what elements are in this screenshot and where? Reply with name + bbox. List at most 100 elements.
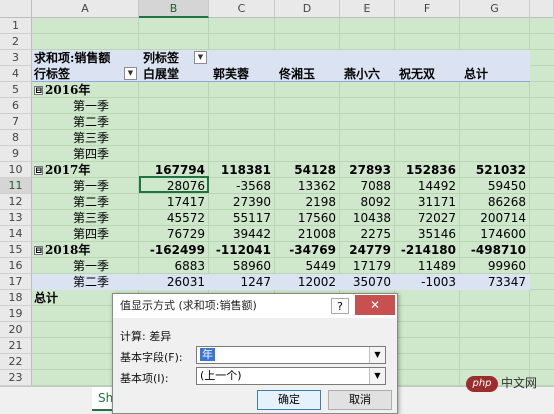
year-subtotal-cell[interactable]: 27893: [340, 162, 395, 178]
value-cell[interactable]: 8092: [340, 194, 395, 210]
column-header[interactable]: B: [139, 0, 209, 18]
value-cell[interactable]: [460, 146, 530, 162]
year-subtotal-cell[interactable]: -214180: [395, 242, 460, 258]
value-cell[interactable]: 17179: [340, 258, 395, 274]
value-cell[interactable]: [139, 130, 209, 146]
value-cell[interactable]: 2275: [340, 226, 395, 242]
year-subtotal-cell[interactable]: 54128: [275, 162, 340, 178]
value-cell[interactable]: [460, 98, 530, 114]
value-cell[interactable]: [395, 130, 460, 146]
value-cell[interactable]: [209, 130, 275, 146]
row-header[interactable]: 8: [0, 130, 32, 146]
row-header[interactable]: 11: [0, 178, 32, 194]
quarter-row-label[interactable]: 第二季: [73, 274, 109, 290]
column-header[interactable]: F: [395, 0, 460, 18]
collapse-icon[interactable]: ⊟: [34, 166, 43, 176]
value-cell[interactable]: 1247: [209, 274, 275, 290]
value-cell[interactable]: 76729: [139, 226, 209, 242]
value-cell[interactable]: 27390: [209, 194, 275, 210]
year-subtotal-cell[interactable]: -112041: [209, 242, 275, 258]
quarter-row-label[interactable]: 第四季: [73, 226, 109, 242]
row-header[interactable]: 13: [0, 210, 32, 226]
value-cell[interactable]: 35070: [340, 274, 395, 290]
row-header[interactable]: 20: [0, 322, 32, 338]
value-cell[interactable]: 5449: [275, 258, 340, 274]
row-header[interactable]: 18: [0, 290, 32, 306]
value-cell[interactable]: [395, 98, 460, 114]
value-cell[interactable]: [340, 146, 395, 162]
column-header[interactable]: G: [460, 0, 530, 18]
value-cell[interactable]: [460, 130, 530, 146]
value-cell[interactable]: 45572: [139, 210, 209, 226]
value-cell[interactable]: 59450: [460, 178, 530, 194]
row-header[interactable]: 19: [0, 306, 32, 322]
year-row-label[interactable]: ⊟ 2017年: [34, 162, 90, 178]
row-header[interactable]: 7: [0, 114, 32, 130]
row-header[interactable]: 15: [0, 242, 32, 258]
chevron-down-icon[interactable]: ▼: [369, 368, 385, 384]
column-header[interactable]: D: [275, 0, 340, 18]
quarter-row-label[interactable]: 第一季: [73, 178, 109, 194]
quarter-row-label[interactable]: 第一季: [73, 258, 109, 274]
value-cell[interactable]: [209, 146, 275, 162]
quarter-row-label[interactable]: 第四季: [73, 146, 109, 162]
value-cell[interactable]: [275, 130, 340, 146]
value-cell[interactable]: [395, 146, 460, 162]
value-cell[interactable]: 6883: [139, 258, 209, 274]
value-cell[interactable]: 86268: [460, 194, 530, 210]
row-header[interactable]: 17: [0, 274, 32, 290]
select-all-corner[interactable]: [0, 0, 32, 18]
row-header[interactable]: 14: [0, 226, 32, 242]
row-header[interactable]: 12: [0, 194, 32, 210]
base-field-select[interactable]: 年 ▼: [196, 346, 386, 364]
chevron-down-icon[interactable]: ▼: [369, 347, 385, 363]
row-header[interactable]: 5: [0, 82, 32, 98]
cancel-button[interactable]: 取消: [328, 390, 392, 410]
year-row-label[interactable]: ⊟ 2016年: [34, 82, 90, 98]
value-cell[interactable]: 10438: [340, 210, 395, 226]
filter-dropdown-icon[interactable]: ▼: [124, 67, 137, 80]
row-header[interactable]: 1: [0, 18, 32, 34]
row-header[interactable]: 16: [0, 258, 32, 274]
year-subtotal-cell[interactable]: [209, 82, 275, 98]
quarter-row-label[interactable]: 第三季: [73, 130, 109, 146]
value-cell[interactable]: [340, 98, 395, 114]
value-cell[interactable]: 17560: [275, 210, 340, 226]
year-subtotal-cell[interactable]: [460, 82, 530, 98]
value-cell[interactable]: 26031: [139, 274, 209, 290]
value-cell[interactable]: 55117: [209, 210, 275, 226]
value-cell[interactable]: 73347: [460, 274, 530, 290]
value-cell[interactable]: [139, 98, 209, 114]
base-item-select[interactable]: (上一个) ▼: [196, 367, 386, 385]
quarter-row-label[interactable]: 第三季: [73, 210, 109, 226]
collapse-icon[interactable]: ⊟: [34, 86, 43, 96]
value-cell[interactable]: -3568: [209, 178, 275, 194]
value-cell[interactable]: [209, 114, 275, 130]
value-cell[interactable]: 13362: [275, 178, 340, 194]
value-cell[interactable]: 21008: [275, 226, 340, 242]
value-cell[interactable]: 174600: [460, 226, 530, 242]
row-header[interactable]: 21: [0, 338, 32, 354]
value-cell[interactable]: 35146: [395, 226, 460, 242]
year-subtotal-cell[interactable]: [395, 82, 460, 98]
value-cell[interactable]: [209, 98, 275, 114]
year-subtotal-cell[interactable]: [340, 82, 395, 98]
filter-dropdown-icon[interactable]: ▼: [194, 51, 207, 64]
column-header[interactable]: E: [340, 0, 395, 18]
value-cell[interactable]: 11489: [395, 258, 460, 274]
year-row-label[interactable]: ⊟ 2018年: [34, 242, 90, 258]
year-subtotal-cell[interactable]: 521032: [460, 162, 530, 178]
year-subtotal-cell[interactable]: [275, 82, 340, 98]
row-header[interactable]: 9: [0, 146, 32, 162]
active-cell[interactable]: [139, 176, 209, 193]
row-header[interactable]: 10: [0, 162, 32, 178]
value-cell[interactable]: [340, 130, 395, 146]
value-cell[interactable]: [340, 114, 395, 130]
row-header[interactable]: 22: [0, 354, 32, 370]
year-subtotal-cell[interactable]: 152836: [395, 162, 460, 178]
year-subtotal-cell[interactable]: 118381: [209, 162, 275, 178]
value-cell[interactable]: 17417: [139, 194, 209, 210]
year-subtotal-cell[interactable]: -34769: [275, 242, 340, 258]
close-button[interactable]: ✕: [355, 295, 395, 315]
year-subtotal-cell[interactable]: 24779: [340, 242, 395, 258]
